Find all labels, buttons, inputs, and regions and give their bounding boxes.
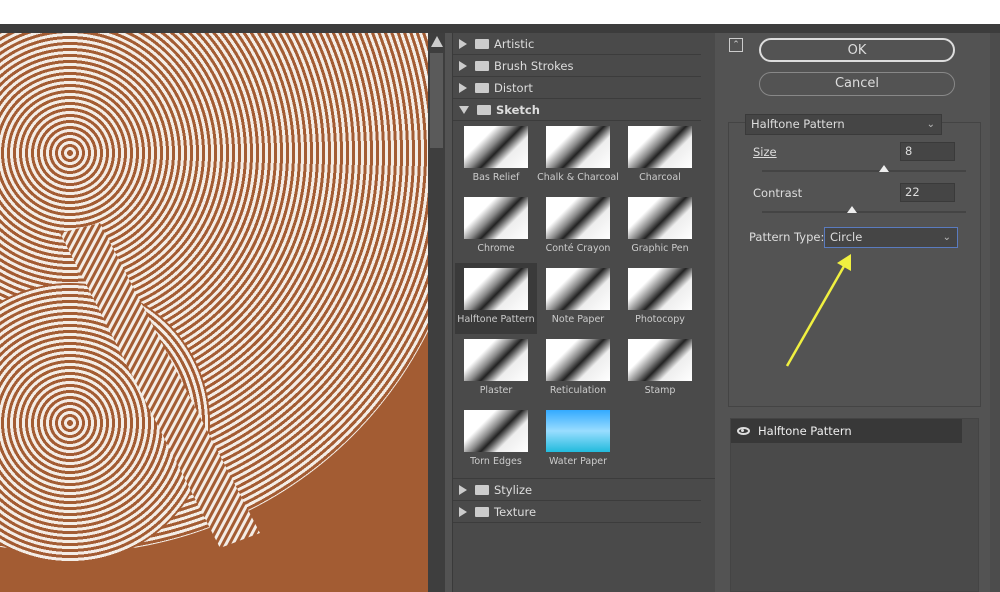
folder-icon bbox=[475, 485, 489, 495]
contrast-label: Contrast bbox=[753, 186, 802, 200]
filter-settings: Halftone Pattern⌄ Size 8 Contrast 22 Pat… bbox=[728, 122, 981, 407]
filter-thumbnail[interactable]: Water Paper bbox=[537, 405, 619, 476]
top-bar bbox=[0, 0, 1000, 24]
scroll-up-icon[interactable] bbox=[431, 36, 443, 47]
size-input[interactable]: 8 bbox=[900, 142, 955, 161]
eye-icon[interactable] bbox=[737, 427, 750, 435]
filter-preview-image bbox=[546, 339, 610, 381]
filter-gallery: ArtisticBrush StrokesDistort Sketch Bas … bbox=[452, 33, 715, 592]
filter-thumbnail[interactable]: Photocopy bbox=[619, 263, 701, 334]
filter-select[interactable]: Halftone Pattern⌄ bbox=[745, 114, 942, 135]
category-artistic[interactable]: Artistic bbox=[453, 33, 701, 55]
category-distort[interactable]: Distort bbox=[453, 77, 701, 99]
contrast-slider[interactable] bbox=[762, 211, 966, 213]
image-preview[interactable] bbox=[0, 33, 428, 592]
filter-preview-image bbox=[546, 410, 610, 452]
preview-scrollbar[interactable] bbox=[428, 33, 445, 592]
filter-thumbnail[interactable]: Bas Relief bbox=[455, 121, 537, 192]
glasses-frame bbox=[0, 33, 428, 592]
folder-icon bbox=[475, 61, 489, 71]
contrast-slider-handle[interactable] bbox=[847, 206, 857, 213]
triangle-right-icon bbox=[459, 507, 467, 517]
size-slider[interactable] bbox=[762, 170, 966, 172]
ok-button[interactable]: OK bbox=[759, 38, 955, 62]
filter-thumbnail[interactable]: Torn Edges bbox=[455, 405, 537, 476]
filter-thumbnail[interactable]: Charcoal bbox=[619, 121, 701, 192]
collapse-icon[interactable]: ⌃ bbox=[729, 38, 743, 52]
category-stylize[interactable]: Stylize bbox=[453, 479, 701, 501]
filter-preview-image bbox=[464, 197, 528, 239]
filter-thumbnail[interactable]: Chrome bbox=[455, 192, 537, 263]
cancel-button[interactable]: Cancel bbox=[759, 72, 955, 96]
filter-thumbnail[interactable]: Graphic Pen bbox=[619, 192, 701, 263]
filter-thumbnail[interactable]: Halftone Pattern bbox=[455, 263, 537, 334]
triangle-right-icon bbox=[459, 39, 467, 49]
filter-preview-image bbox=[546, 197, 610, 239]
filter-preview-image bbox=[464, 126, 528, 168]
effect-layers: Halftone Pattern bbox=[730, 418, 979, 592]
settings-panel: ⌃ OK Cancel Halftone Pattern⌄ Size 8 Con… bbox=[720, 33, 1000, 592]
triangle-right-icon bbox=[459, 61, 467, 71]
right-edge bbox=[990, 33, 1000, 592]
filter-thumbnail[interactable]: Plaster bbox=[455, 334, 537, 405]
size-slider-handle[interactable] bbox=[879, 165, 889, 172]
filter-preview-image bbox=[464, 410, 528, 452]
folder-icon bbox=[475, 39, 489, 49]
filter-preview-image bbox=[546, 126, 610, 168]
filter-preview-image bbox=[546, 268, 610, 310]
size-label: Size bbox=[753, 145, 777, 159]
filter-preview-image bbox=[628, 268, 692, 310]
filter-preview-image bbox=[628, 126, 692, 168]
folder-icon bbox=[475, 83, 489, 93]
contrast-input[interactable]: 22 bbox=[900, 183, 955, 202]
filter-thumbnail[interactable]: Conté Crayon bbox=[537, 192, 619, 263]
filter-thumbnail[interactable]: Reticulation bbox=[537, 334, 619, 405]
filter-thumbnail[interactable]: Note Paper bbox=[537, 263, 619, 334]
chevron-down-icon: ⌄ bbox=[927, 115, 935, 134]
category-texture[interactable]: Texture bbox=[453, 501, 701, 523]
filter-thumbnail[interactable]: Stamp bbox=[619, 334, 701, 405]
filter-preview-image bbox=[628, 339, 692, 381]
effect-layer[interactable]: Halftone Pattern bbox=[731, 419, 962, 443]
folder-icon bbox=[477, 105, 491, 115]
triangle-down-icon bbox=[459, 106, 469, 114]
pattern-type-label: Pattern Type: bbox=[749, 230, 824, 244]
dialog-header bbox=[0, 24, 1000, 33]
filter-thumbnail[interactable]: Chalk & Charcoal bbox=[537, 121, 619, 192]
category-brush-strokes[interactable]: Brush Strokes bbox=[453, 55, 701, 77]
chevron-down-icon: ⌄ bbox=[943, 228, 951, 247]
category-sketch[interactable]: Sketch bbox=[453, 99, 701, 121]
pattern-type-select[interactable]: Circle⌄ bbox=[824, 227, 958, 248]
triangle-right-icon bbox=[459, 485, 467, 495]
folder-icon bbox=[475, 507, 489, 517]
scroll-thumb[interactable] bbox=[430, 53, 443, 148]
triangle-right-icon bbox=[459, 83, 467, 93]
filter-preview-image bbox=[628, 197, 692, 239]
annotation-arrow bbox=[779, 251, 859, 371]
filter-preview-image bbox=[464, 268, 528, 310]
filter-preview-image bbox=[464, 339, 528, 381]
